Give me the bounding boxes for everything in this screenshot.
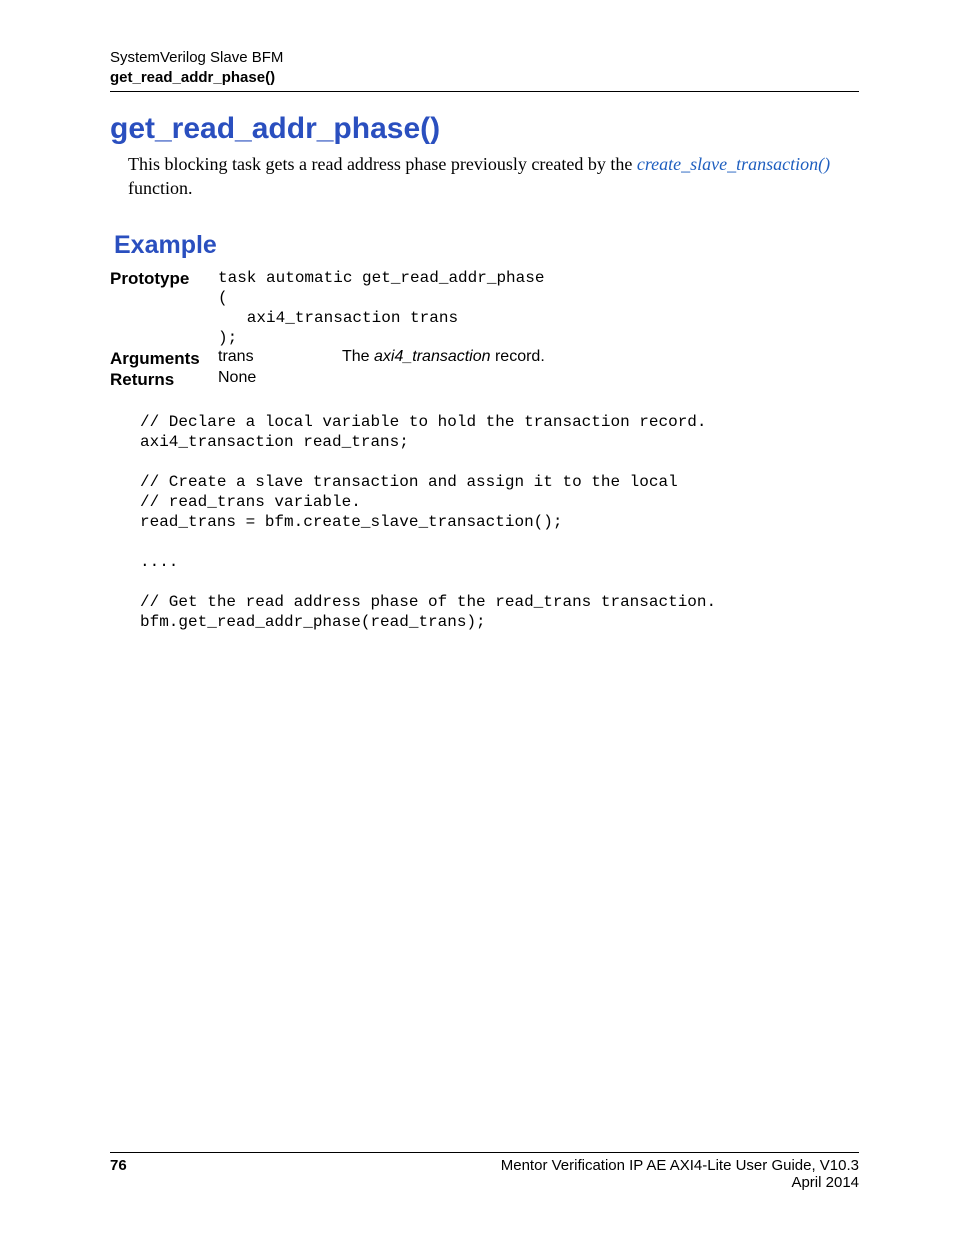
page-content: SystemVerilog Slave BFM get_read_addr_ph… (0, 0, 954, 632)
link-create-slave-transaction[interactable]: create_slave_transaction() (637, 154, 830, 174)
running-header: SystemVerilog Slave BFM get_read_addr_ph… (110, 48, 859, 87)
intro-paragraph: This blocking task gets a read address p… (128, 152, 859, 201)
footer-row: 76 Mentor Verification IP AE AXI4-Lite U… (110, 1157, 859, 1191)
arguments-content: trans The axi4_transaction record. (218, 348, 859, 366)
header-rule (110, 91, 859, 92)
arguments-row: Arguments trans The axi4_transaction rec… (110, 348, 859, 369)
prototype-label: Prototype (110, 268, 218, 289)
prototype-code: task automatic get_read_addr_phase ( axi… (218, 268, 859, 348)
argument-desc-prefix: The (342, 348, 374, 365)
returns-row: Returns None (110, 369, 859, 390)
page-footer: 76 Mentor Verification IP AE AXI4-Lite U… (110, 1152, 859, 1191)
arguments-label: Arguments (110, 348, 218, 369)
footer-date: April 2014 (501, 1174, 859, 1191)
prototype-row: Prototype task automatic get_read_addr_p… (110, 268, 859, 348)
footer-right: Mentor Verification IP AE AXI4-Lite User… (501, 1157, 859, 1191)
argument-desc-suffix: record. (491, 348, 545, 365)
footer-doc-title: Mentor Verification IP AE AXI4-Lite User… (501, 1157, 859, 1174)
argument-name: trans (218, 348, 342, 366)
section-example-heading: Example (114, 231, 859, 260)
definition-list: Prototype task automatic get_read_addr_p… (110, 268, 859, 390)
header-line-1: SystemVerilog Slave BFM (110, 48, 859, 68)
page-title: get_read_addr_phase() (110, 112, 859, 146)
returns-value: None (218, 369, 859, 387)
footer-page-number: 76 (110, 1157, 127, 1191)
footer-rule (110, 1152, 859, 1153)
argument-desc-italic: axi4_transaction (374, 348, 491, 365)
returns-label: Returns (110, 369, 218, 390)
prototype-content: task automatic get_read_addr_phase ( axi… (218, 268, 859, 348)
intro-text-before: This blocking task gets a read address p… (128, 154, 637, 174)
header-line-2: get_read_addr_phase() (110, 68, 859, 88)
argument-description: The axi4_transaction record. (342, 348, 545, 366)
intro-text-after: function. (128, 178, 193, 198)
example-code-block: // Declare a local variable to hold the … (140, 412, 859, 632)
